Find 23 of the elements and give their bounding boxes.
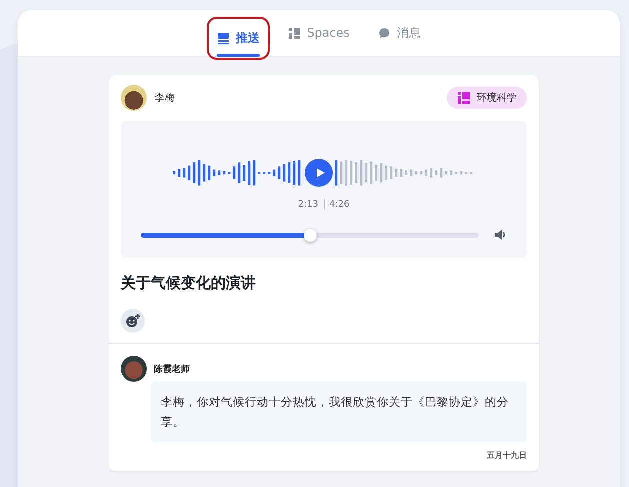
avatar xyxy=(121,356,147,382)
chat-bubble-icon xyxy=(378,26,391,40)
play-button[interactable] xyxy=(305,159,333,187)
list-icon xyxy=(217,32,230,45)
nav-tab[interactable]: Spaces xyxy=(278,10,360,56)
grid-icon xyxy=(288,26,302,40)
total-duration: 4:26 xyxy=(330,200,350,210)
speaker-icon[interactable] xyxy=(493,228,507,242)
space-tag[interactable]: 环境科学 xyxy=(447,87,527,109)
avatar xyxy=(121,85,147,111)
play-icon xyxy=(314,167,326,179)
commenter-name: 陈霞老师 xyxy=(154,363,190,376)
nav-tab[interactable]: 消息 xyxy=(368,10,431,56)
author-name: 李梅 xyxy=(155,92,175,105)
nav-tab[interactable]: 推送 xyxy=(207,17,270,60)
grid-icon xyxy=(457,91,471,105)
progress-thumb[interactable] xyxy=(304,228,317,242)
comment-date: 五月十九日 xyxy=(486,450,527,461)
elapsed-time: 2:13 xyxy=(298,200,318,210)
add-reaction-button[interactable] xyxy=(121,309,145,333)
smiley-plus-icon xyxy=(125,313,141,329)
post-title: 关于气候变化的演讲 xyxy=(121,274,257,293)
comment-text: 李梅，你对气候行动十分热忱，我很欣赏你关于《巴黎协定》的分享。 xyxy=(151,382,527,442)
